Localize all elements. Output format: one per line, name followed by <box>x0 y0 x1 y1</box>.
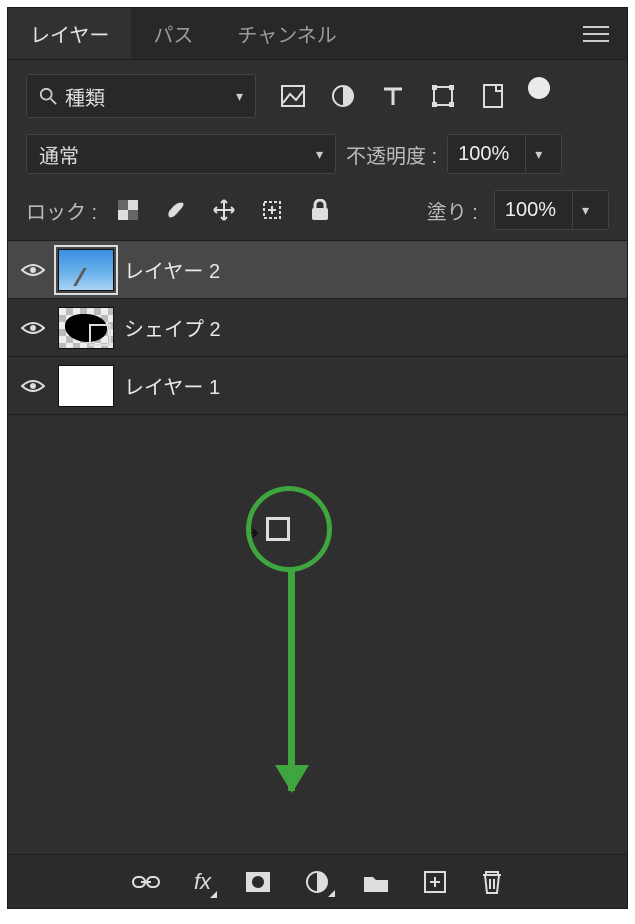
filter-type-label: 種類 <box>65 82 105 111</box>
visibility-toggle[interactable] <box>18 378 48 394</box>
filter-shape-icon[interactable] <box>428 81 458 111</box>
filter-row: 種類 ▾ <box>8 60 627 128</box>
group-icon[interactable] <box>363 871 389 893</box>
blend-row: 通常 ▾ 不透明度 : 100% ▾ <box>8 128 627 184</box>
blend-mode-select[interactable]: 通常 ▾ <box>26 134 336 174</box>
add-mask-icon[interactable] <box>245 871 271 893</box>
annotation-arrow <box>288 569 295 791</box>
filter-pixel-icon[interactable] <box>278 81 308 111</box>
layer-name[interactable]: レイヤー 1 <box>124 371 220 400</box>
layer-row[interactable]: レイヤー 2 <box>8 241 627 299</box>
toggle-dot-icon <box>528 77 550 99</box>
annotation-circle <box>246 486 332 572</box>
fill-label: 塗り : <box>427 196 478 225</box>
opacity-input[interactable]: 100% ▾ <box>447 134 562 174</box>
opacity-label: 不透明度 : <box>346 140 437 169</box>
fill-value: 100% <box>505 199 556 222</box>
layers-bottom-bar: fx <box>8 854 627 908</box>
fx-icon[interactable]: fx <box>194 869 211 895</box>
filter-toggle[interactable] <box>528 75 554 117</box>
blend-mode-value: 通常 <box>39 140 79 169</box>
search-icon <box>39 87 57 105</box>
lock-all-icon[interactable] <box>305 195 335 225</box>
filter-type-select[interactable]: 種類 ▾ <box>26 74 256 118</box>
filter-icons <box>270 75 609 117</box>
layers-panel: レイヤー パス チャンネル 種類 ▾ <box>7 7 628 909</box>
layer-thumbnail[interactable] <box>58 307 114 349</box>
tab-layers[interactable]: レイヤー <box>8 8 131 59</box>
filter-smart-icon[interactable] <box>478 81 508 111</box>
lock-artboard-icon[interactable] <box>257 195 287 225</box>
filter-type-icon[interactable] <box>378 81 408 111</box>
link-layers-icon[interactable] <box>132 874 160 890</box>
layers-list: レイヤー 2 シェイプ 2 レイヤー 1 ↳ アイコンが変化します。 <box>8 241 627 854</box>
layer-name[interactable]: シェイプ 2 <box>124 313 221 342</box>
layer-thumbnail[interactable] <box>58 249 114 291</box>
chevron-down-icon: ▾ <box>236 88 243 105</box>
visibility-toggle[interactable] <box>18 262 48 278</box>
chevron-down-icon: ▾ <box>535 146 542 163</box>
tab-channels[interactable]: チャンネル <box>215 8 358 59</box>
fill-input[interactable]: 100% ▾ <box>494 190 609 230</box>
panel-tabs: レイヤー パス チャンネル <box>8 8 627 60</box>
filter-adjust-icon[interactable] <box>328 81 358 111</box>
clipping-mask-indicator: ↳ <box>244 516 290 541</box>
adjustment-layer-icon[interactable] <box>305 870 329 894</box>
visibility-toggle[interactable] <box>18 320 48 336</box>
layer-row[interactable]: レイヤー 1 <box>8 357 627 415</box>
clip-arrow-icon: ↳ <box>244 518 261 543</box>
clip-square-icon <box>266 517 290 541</box>
lock-row: ロック : 塗り : 100% ▾ <box>8 184 627 241</box>
opacity-value: 100% <box>458 143 509 166</box>
chevron-down-icon: ▾ <box>582 202 589 219</box>
lock-paint-icon[interactable] <box>161 195 191 225</box>
layer-row[interactable]: シェイプ 2 <box>8 299 627 357</box>
lock-transparent-icon[interactable] <box>113 195 143 225</box>
lock-move-icon[interactable] <box>209 195 239 225</box>
trash-icon[interactable] <box>481 869 503 895</box>
lock-label: ロック : <box>26 196 97 225</box>
layer-thumbnail[interactable] <box>58 365 114 407</box>
tab-paths[interactable]: パス <box>131 8 215 59</box>
panel-menu-icon[interactable] <box>565 25 627 43</box>
layer-name[interactable]: レイヤー 2 <box>124 255 220 284</box>
chevron-down-icon: ▾ <box>316 146 323 163</box>
new-layer-icon[interactable] <box>423 870 447 894</box>
